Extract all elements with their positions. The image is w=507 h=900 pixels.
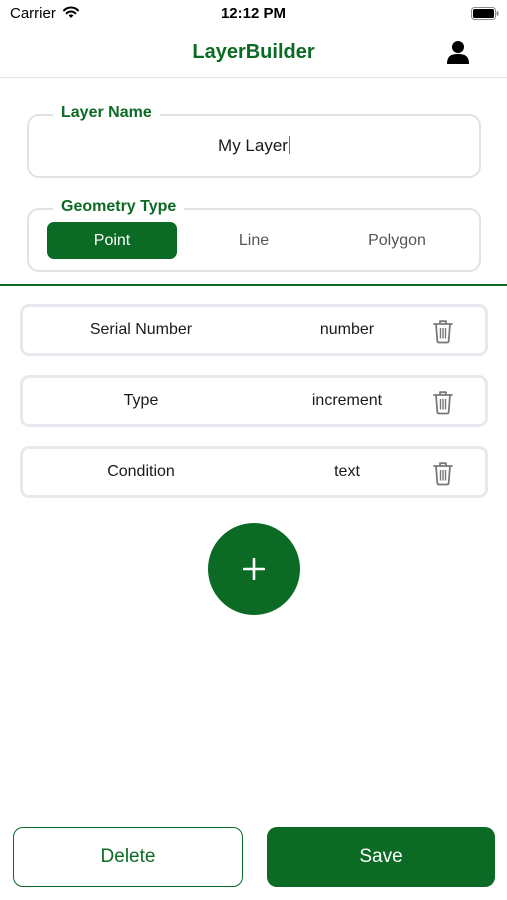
attribute-name: Condition (107, 463, 175, 480)
section-divider (0, 284, 507, 286)
trash-icon[interactable] (431, 389, 455, 415)
geometry-option-point[interactable]: Point (47, 222, 177, 259)
layer-name-field: Layer Name My Layer (27, 104, 481, 178)
attribute-row[interactable]: Condition text (20, 446, 488, 498)
layer-name-value: My Layer (218, 136, 288, 155)
person-icon[interactable] (445, 39, 471, 65)
geometry-option-line[interactable]: Line (189, 222, 319, 259)
app-title: LayerBuilder (192, 41, 315, 63)
save-button[interactable]: Save (267, 827, 495, 887)
layer-name-legend: Layer Name (53, 104, 160, 122)
attribute-name: Serial Number (89, 321, 193, 338)
attribute-name: Type (123, 392, 159, 409)
status-bar: Carrier 12:12 PM (0, 0, 507, 30)
attribute-row[interactable]: Serial Number number (20, 304, 488, 356)
geometry-type-legend: Geometry Type (53, 198, 185, 216)
plus-icon (243, 558, 265, 580)
attribute-row[interactable]: Type increment (20, 375, 488, 427)
attribute-type: text (334, 463, 360, 480)
layer-name-input[interactable]: My Layer (29, 136, 479, 156)
geometry-type-field: Geometry Type Point Line Polygon (27, 198, 481, 272)
attribute-type: number (319, 321, 375, 338)
geometry-option-polygon[interactable]: Polygon (332, 222, 462, 259)
text-cursor (288, 136, 290, 154)
add-attribute-button[interactable] (208, 523, 300, 615)
attribute-type: increment (311, 392, 383, 409)
navigation-bar: LayerBuilder (0, 30, 507, 78)
clock: 12:12 PM (220, 5, 287, 22)
delete-button[interactable]: Delete (13, 827, 243, 887)
layer-builder-screen: Carrier 12:12 PM LayerBuilder Layer Name… (0, 0, 507, 900)
trash-icon[interactable] (431, 318, 455, 344)
battery-icon (471, 7, 499, 20)
trash-icon[interactable] (431, 460, 455, 486)
